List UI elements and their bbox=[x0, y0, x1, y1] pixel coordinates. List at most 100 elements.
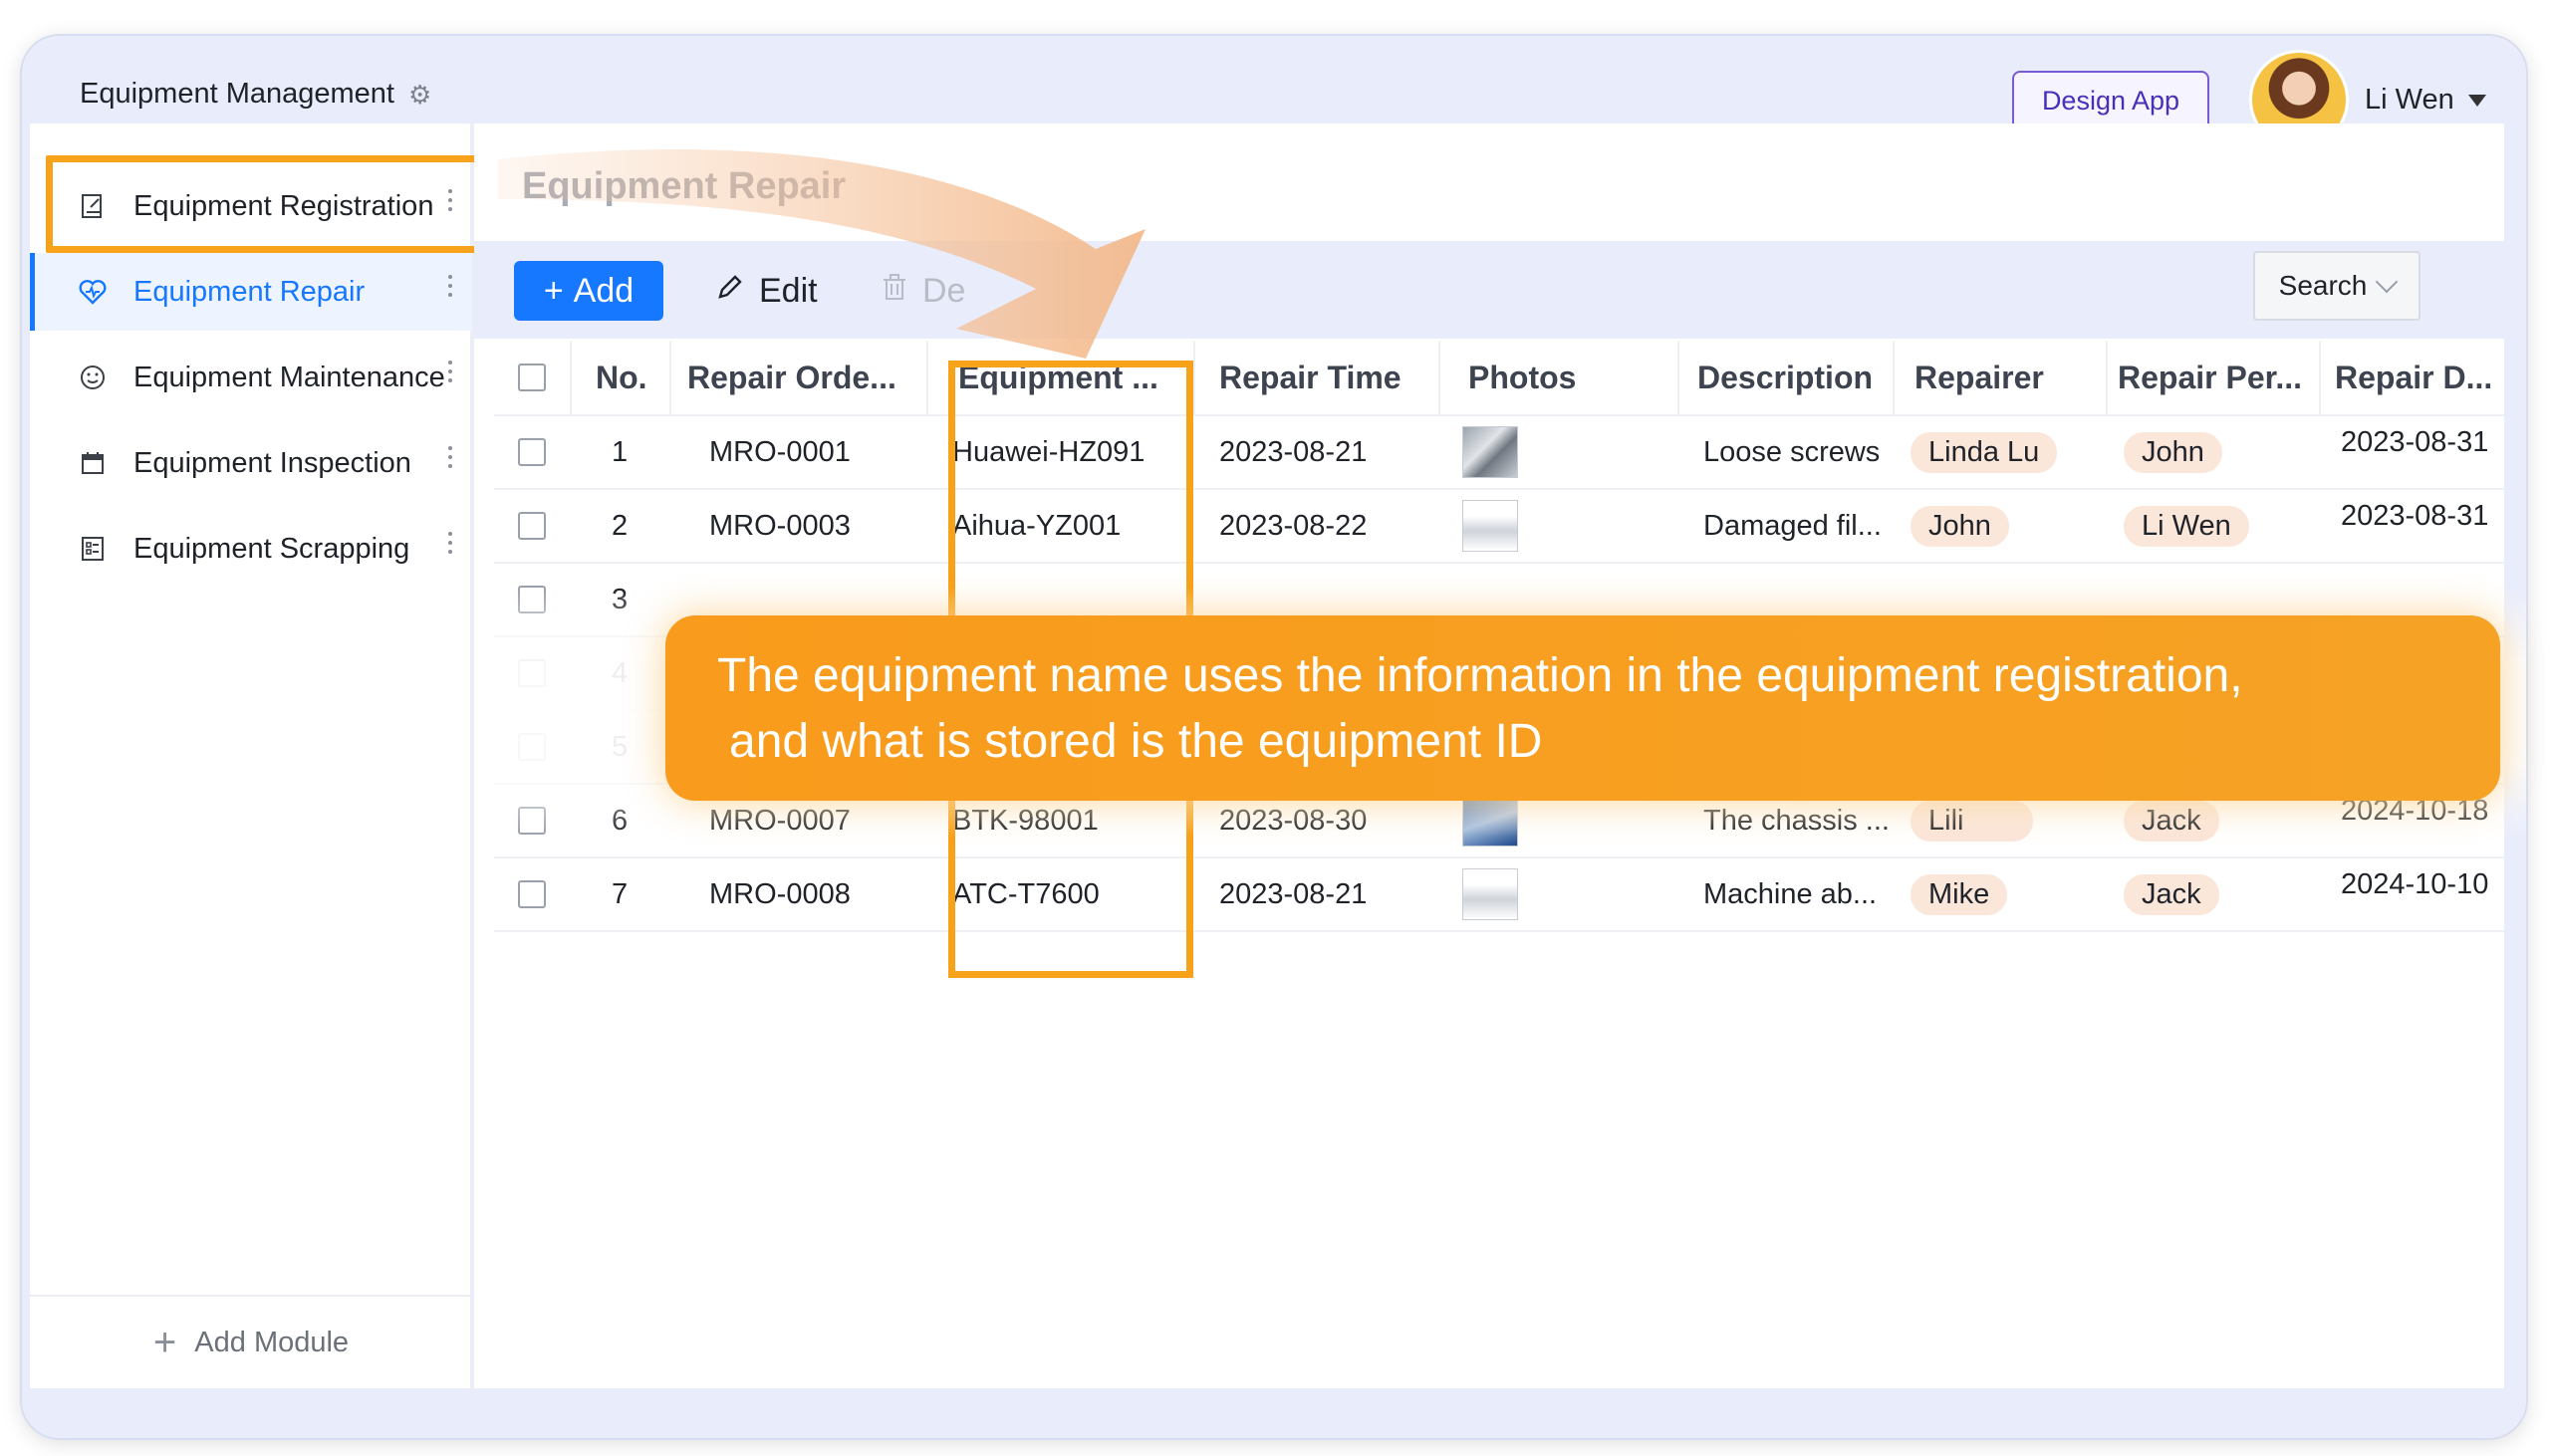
photo-thumbnail[interactable] bbox=[1462, 500, 1518, 552]
page-title: Equipment Repair bbox=[522, 165, 847, 207]
more-icon[interactable] bbox=[448, 189, 454, 211]
column-header-repair-date[interactable]: Repair D... bbox=[2335, 341, 2504, 414]
user-name: Li Wen bbox=[2365, 84, 2454, 116]
cell-photo[interactable] bbox=[1462, 858, 1532, 930]
row-checkbox-cell bbox=[518, 711, 558, 783]
table-row[interactable]: 1 MRO-0001 Huawei-HZ091 2023-08-21 Loose… bbox=[494, 416, 2504, 490]
calendar-icon bbox=[78, 448, 108, 478]
sidebar-item-label: Equipment Inspection bbox=[133, 446, 411, 479]
more-icon[interactable] bbox=[448, 275, 454, 297]
edit-button[interactable]: Edit bbox=[715, 263, 818, 319]
sidebar-item-equipment-registration[interactable]: Equipment Registration bbox=[30, 167, 472, 245]
column-divider bbox=[2106, 341, 2108, 414]
column-header-no[interactable]: No. bbox=[596, 341, 675, 414]
add-button[interactable]: + Add bbox=[514, 261, 663, 321]
cell-repairer: Mike bbox=[1911, 858, 2100, 930]
row-checkbox-cell bbox=[518, 490, 558, 562]
row-checkbox[interactable] bbox=[518, 659, 546, 687]
search-label: Search bbox=[2278, 270, 2368, 301]
photo-thumbnail[interactable] bbox=[1462, 795, 1518, 847]
repair-person-tag: Li Wen bbox=[2124, 505, 2249, 547]
row-checkbox-cell bbox=[518, 564, 558, 635]
column-divider bbox=[1438, 341, 1440, 414]
cell-no: 3 bbox=[612, 583, 629, 615]
column-header-repairer[interactable]: Repairer bbox=[1914, 341, 2094, 414]
sidebar-item-equipment-inspection[interactable]: Equipment Inspection bbox=[30, 424, 472, 502]
table-row[interactable]: 7 MRO-0008 ATC-T7600 2023-08-21 Machine … bbox=[494, 858, 2504, 932]
sidebar-item-label: Equipment Registration bbox=[133, 189, 434, 222]
callout-line-2: and what is stored is the equipment ID bbox=[729, 715, 1543, 768]
row-checkbox[interactable] bbox=[518, 586, 546, 613]
pencil-icon bbox=[715, 272, 745, 311]
form-list-icon bbox=[78, 534, 108, 564]
app-title-text: Equipment Management bbox=[80, 78, 394, 110]
more-icon[interactable] bbox=[448, 446, 454, 468]
chevron-down-icon bbox=[2467, 94, 2486, 107]
callout-line-1: The equipment name uses the information … bbox=[717, 649, 2243, 702]
more-icon[interactable] bbox=[448, 361, 454, 382]
chevron-down-icon bbox=[2376, 270, 2399, 294]
sidebar-item-label: Equipment Scrapping bbox=[133, 532, 410, 565]
smiley-icon bbox=[78, 363, 108, 392]
cell-photo[interactable] bbox=[1462, 490, 1532, 562]
photo-thumbnail[interactable] bbox=[1462, 868, 1518, 920]
column-divider bbox=[926, 341, 928, 414]
plus-icon: + bbox=[152, 1320, 177, 1364]
row-checkbox[interactable] bbox=[518, 807, 546, 835]
sidebar-item-equipment-scrapping[interactable]: Equipment Scrapping bbox=[30, 510, 472, 588]
heart-repair-icon bbox=[78, 277, 108, 307]
repairer-tag: Mike bbox=[1911, 873, 2008, 915]
cell-repair-date: 2023-08-31 bbox=[2341, 500, 2489, 532]
cell-no: 4 bbox=[612, 656, 629, 689]
cell-repairer: John bbox=[1911, 490, 2100, 562]
add-module-label: Add Module bbox=[194, 1326, 350, 1358]
photo-thumbnail[interactable] bbox=[1462, 426, 1518, 478]
cell-repair-person: John bbox=[2124, 416, 2313, 488]
cell-description: Damaged fil... bbox=[1703, 509, 1882, 542]
column-divider bbox=[2319, 341, 2321, 414]
cell-repair-time: 2023-08-21 bbox=[1219, 435, 1368, 468]
column-divider bbox=[669, 341, 671, 414]
column-header-repair-person[interactable]: Repair Per... bbox=[2118, 341, 2317, 414]
column-header-equipment[interactable]: Equipment ... bbox=[958, 341, 1177, 414]
gear-icon[interactable]: ⚙ bbox=[408, 82, 431, 108]
repairer-tag: John bbox=[1911, 505, 2009, 547]
select-all-checkbox[interactable] bbox=[518, 364, 546, 391]
cell-no: 5 bbox=[612, 730, 629, 763]
cell-no: 7 bbox=[612, 877, 629, 910]
row-checkbox[interactable] bbox=[518, 438, 546, 466]
sidebar-item-label: Equipment Repair bbox=[133, 275, 366, 308]
row-checkbox[interactable] bbox=[518, 880, 546, 908]
column-header-description[interactable]: Description bbox=[1697, 341, 1897, 414]
cell-photo[interactable] bbox=[1462, 416, 1532, 488]
cell-repair-order: MRO-0001 bbox=[709, 435, 851, 468]
table-header-row: No. Repair Orde... Equipment ... Repair … bbox=[494, 341, 2504, 416]
cell-repair-time: 2023-08-22 bbox=[1219, 509, 1368, 542]
table-row[interactable]: 2 MRO-0003 Aihua-YZ001 2023-08-22 Damage… bbox=[494, 490, 2504, 564]
search-button[interactable]: Search bbox=[2253, 251, 2421, 321]
cell-no: 6 bbox=[612, 804, 629, 837]
design-app-button[interactable]: Design App bbox=[2012, 71, 2209, 130]
sidebar: Equipment Registration Equipment Repair … bbox=[30, 123, 472, 1388]
column-header-photos[interactable]: Photos bbox=[1468, 341, 1648, 414]
row-checkbox-cell bbox=[518, 637, 558, 709]
delete-button[interactable]: De bbox=[881, 263, 965, 319]
cell-repair-order: MRO-0008 bbox=[709, 877, 851, 910]
more-icon[interactable] bbox=[448, 532, 454, 554]
edit-label: Edit bbox=[759, 271, 818, 310]
user-menu[interactable]: Li Wen bbox=[2365, 84, 2486, 117]
cell-repair-date: 2023-08-31 bbox=[2341, 426, 2489, 458]
column-divider bbox=[1893, 341, 1895, 414]
row-checkbox[interactable] bbox=[518, 512, 546, 540]
sidebar-item-equipment-maintenance[interactable]: Equipment Maintenance bbox=[30, 339, 472, 416]
column-header-repair-order[interactable]: Repair Orde... bbox=[687, 341, 916, 414]
plus-icon: + bbox=[543, 271, 564, 310]
cell-no: 2 bbox=[612, 509, 629, 542]
sidebar-item-equipment-repair[interactable]: Equipment Repair bbox=[30, 253, 472, 331]
column-header-repair-time[interactable]: Repair Time bbox=[1219, 341, 1438, 414]
cell-repair-person: Jack bbox=[2124, 858, 2313, 930]
add-module-button[interactable]: + Add Module bbox=[30, 1295, 472, 1388]
app-title: Equipment Management ⚙ bbox=[80, 78, 431, 111]
delete-label: De bbox=[922, 271, 966, 310]
row-checkbox[interactable] bbox=[518, 733, 546, 761]
